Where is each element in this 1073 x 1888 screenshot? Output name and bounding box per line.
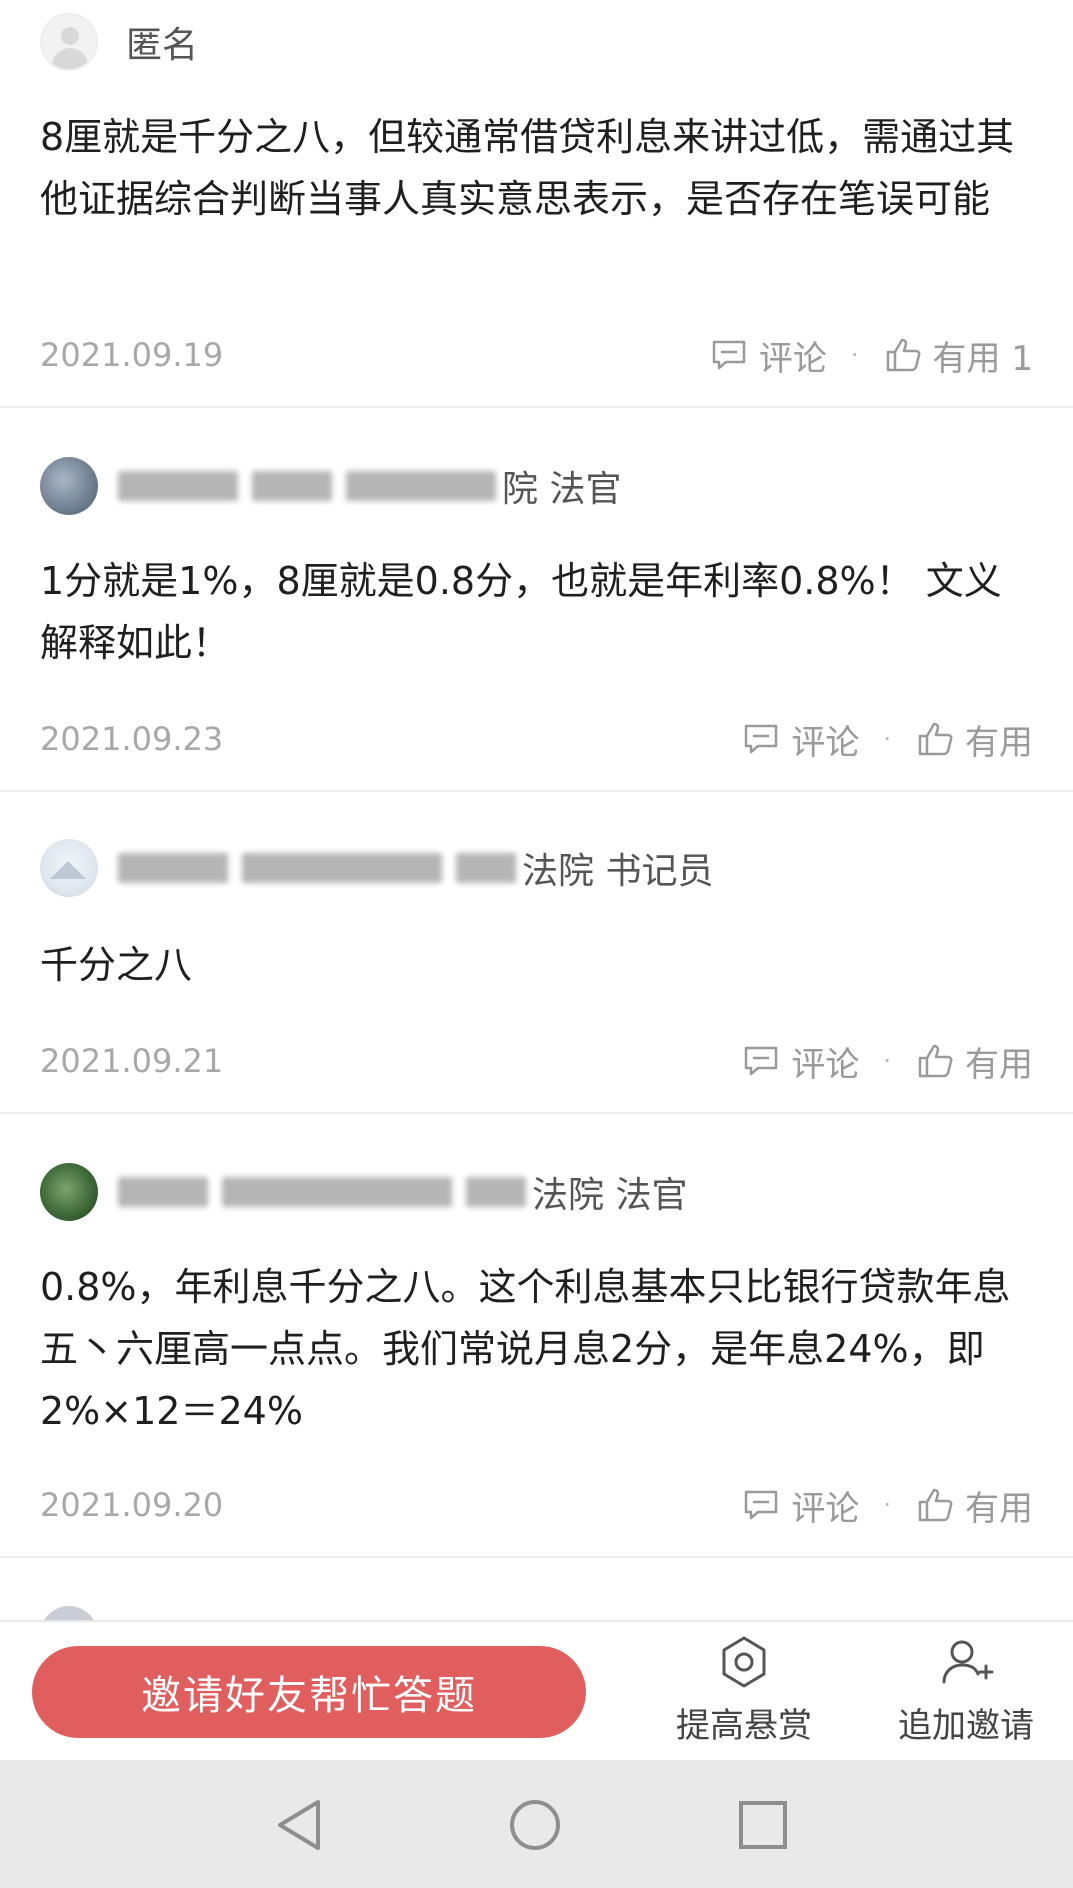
home-circle-icon[interactable] [500, 1790, 570, 1860]
author-title: 院 法官 [502, 469, 622, 510]
comment-icon [745, 1046, 778, 1076]
back-triangle-icon[interactable] [266, 1790, 336, 1860]
comment-label: 评论 [791, 722, 860, 763]
comment-button[interactable]: 评论 [709, 331, 827, 380]
answer-card: 法院 书记员 千分之八 2021.09.21 评论 · 有用 [0, 792, 1073, 1114]
answer-author[interactable]: 院 法官 [40, 456, 621, 516]
user-avatar [40, 457, 98, 515]
answer-author[interactable]: 匿名 [40, 12, 198, 72]
useful-label: 有用 [965, 722, 1033, 763]
comment-button[interactable]: 评论 [741, 1037, 859, 1086]
answer-date: 2021.09.19 [40, 336, 224, 374]
answer-date: 2021.09.21 [40, 1042, 224, 1080]
thumbs-up-icon [886, 338, 921, 372]
comment-icon [745, 1490, 778, 1520]
answer-meta: 2021.09.23 评论 · 有用 [40, 714, 1033, 764]
comment-label: 评论 [791, 1488, 860, 1529]
thumbs-up-icon [918, 1044, 953, 1078]
anonymous-avatar [40, 13, 98, 71]
useful-button[interactable]: 有用 [915, 1037, 1033, 1086]
useful-button[interactable]: 有用 [915, 715, 1033, 764]
answer-text: 1分就是1%，8厘就是0.8分，也就是年利率0.8%！ 文义解释如此！ [40, 559, 1002, 665]
add-invite-label: 追加邀请 [898, 1706, 1034, 1746]
answer-author[interactable]: 法院 书记员 [40, 838, 713, 898]
answer-text: 8厘就是千分之八，但较通常借贷利息来讲过低，需通过其他证据综合判断当事人真实意思… [40, 115, 1015, 221]
comment-icon [745, 724, 778, 754]
comment-icon [712, 340, 746, 370]
answer-card: 匿名 8厘就是千分之八，但较通常借贷利息来讲过低，需通过其他证据综合判断当事人真… [0, 0, 1073, 408]
useful-button[interactable]: 有用 1 [883, 331, 1033, 380]
useful-label: 有用 [965, 1044, 1033, 1085]
author-title: 法院 书记员 [522, 851, 714, 892]
user-avatar [40, 839, 98, 897]
answer-meta: 2021.09.21 评论 · 有用 [40, 1036, 1033, 1086]
useful-label: 有用 [965, 1488, 1033, 1529]
thumbs-up-icon [918, 722, 953, 756]
thumbs-up-icon [918, 1488, 953, 1522]
blurred-author-name [118, 469, 496, 503]
invite-friends-button[interactable]: 邀请好友帮忙答题 [32, 1646, 586, 1738]
answer-author[interactable]: 法院 法官 [40, 1162, 687, 1222]
answer-card: 法院 法官 0.8%，年利息千分之八。这个利息基本只比银行贷款年息五丶六厘高一点… [0, 1114, 1073, 1558]
answer-date: 2021.09.20 [40, 1486, 224, 1524]
answer-meta: 2021.09.19 评论 · 有用 1 [40, 330, 1033, 380]
blurred-author-name [118, 1175, 526, 1209]
comment-label: 评论 [758, 338, 827, 379]
comment-button[interactable]: 评论 [741, 1481, 859, 1530]
reward-gear-icon [722, 1636, 766, 1688]
user-avatar [40, 1606, 98, 1620]
answer-card: 院 法官 1分就是1%，8厘就是0.8分，也就是年利率0.8%！ 文义解释如此！… [0, 408, 1073, 792]
comment-button[interactable]: 评论 [741, 715, 859, 764]
recents-square-icon[interactable] [728, 1790, 798, 1860]
add-invite-button[interactable]: 追加邀请 [876, 1632, 1056, 1752]
author-name: 匿名 [126, 25, 199, 66]
blurred-author-name [118, 851, 516, 885]
answer-date: 2021.09.23 [40, 720, 224, 758]
raise-reward-label: 提高悬赏 [676, 1706, 812, 1746]
answer-text: 千分之八 [40, 943, 193, 987]
comment-label: 评论 [791, 1044, 860, 1085]
answer-text: 0.8%，年利息千分之八。这个利息基本只比银行贷款年息五丶六厘高一点点。我们常说… [40, 1265, 1011, 1433]
bottom-action-bar: 邀请好友帮忙答题 提高悬赏 追加邀请 [0, 1620, 1073, 1760]
raise-reward-button[interactable]: 提高悬赏 [654, 1632, 834, 1752]
answer-meta: 2021.09.20 评论 · 有用 [40, 1480, 1033, 1530]
system-navigation-bar [0, 1760, 1073, 1888]
user-avatar [40, 1163, 98, 1221]
useful-label: 有用 1 [932, 338, 1033, 379]
useful-button[interactable]: 有用 [915, 1481, 1033, 1530]
author-title: 法院 法官 [532, 1175, 688, 1216]
add-user-icon [942, 1640, 994, 1684]
answer-feed[interactable]: 匿名 8厘就是千分之八，但较通常借贷利息来讲过低，需通过其他证据综合判断当事人真… [0, 0, 1073, 1620]
